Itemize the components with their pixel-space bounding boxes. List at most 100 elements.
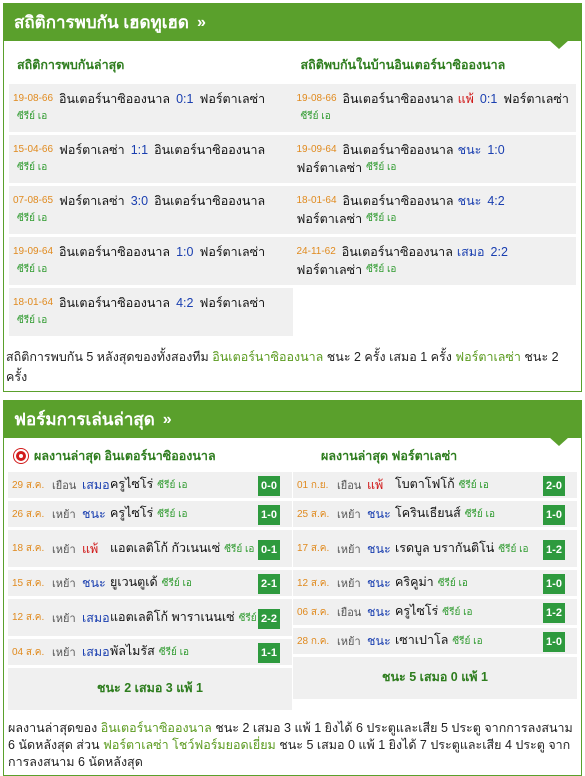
opponent-team[interactable]: คริคูม่า [395, 575, 434, 589]
home-team[interactable]: อินเตอร์นาซิอองนาล [343, 141, 454, 159]
h2h-row[interactable]: 18-01-64 อินเตอร์นาซิอองนาล 4:2 ฟอร์ตาเลซ่า… [9, 288, 293, 339]
match-date: 07-08-65 [13, 195, 54, 206]
score-badge[interactable]: 1-2 [543, 603, 565, 623]
score-badge[interactable]: 2-2 [258, 609, 280, 629]
match-result: ชนะ [82, 576, 106, 590]
opponent-team[interactable]: ครูไซโร่ [110, 477, 153, 491]
form-row[interactable]: 12 ส.ค. เหย้า ชนะ คริคูม่า ซีรีย์ เอ 1-0 [293, 570, 577, 599]
score-badge[interactable]: 1-0 [258, 505, 280, 525]
h2h-right-title: สถิติพบกันในบ้านอินเตอร์นาซิอองนาล [292, 41, 576, 84]
league-label: ซีรีย์ เอ [437, 578, 468, 589]
opponent-team[interactable]: โบตาโฟโก้ [395, 477, 455, 491]
h2h-summary-team1[interactable]: อินเตอร์นาซิอองนาล [212, 350, 323, 364]
away-team[interactable]: ฟอร์ตาเลซ่า [297, 159, 363, 177]
away-team[interactable]: อินเตอร์นาซิอองนาล [154, 141, 265, 159]
score-badge[interactable]: 2-0 [543, 476, 565, 496]
form-right-title-text: ผลงานล่าสุด ฟอร์ตาเลซ่า [321, 449, 458, 463]
h2h-home-row[interactable]: 19-09-64 อินเตอร์นาซิอองนาล ชนะ 1:0 ฟอร์ตาเล… [292, 135, 576, 186]
opponent-team[interactable]: แอตเลติโก้ กัวเนนเซ่ [110, 541, 220, 555]
form-row[interactable]: 04 ส.ค. เหย้า เสมอ พัลไมรัส ซีรีย์ เอ 1-1 [8, 639, 292, 668]
form-summary-team2[interactable]: ฟอร์ตาเลซ่า [103, 738, 169, 752]
match-result: ชนะ [367, 576, 391, 590]
league-label: ซีรีย์ เอ [458, 480, 489, 491]
match-score[interactable]: 1:1 [131, 141, 148, 159]
venue-label: เหย้า [52, 647, 76, 659]
form-row[interactable]: 26 ส.ค. เหย้า ชนะ ครูไซโร่ ซีรีย์ เอ 1-0 [8, 501, 292, 530]
form-header-title: ฟอร์มการเล่นล่าสุด [14, 410, 155, 429]
opponent-team[interactable]: ยูเวนตูเด้ [110, 575, 158, 589]
home-team[interactable]: อินเตอร์นาซิอองนาล [342, 243, 453, 261]
match-score[interactable]: 1:0 [176, 243, 193, 261]
match-score[interactable]: 4:2 [487, 192, 504, 210]
venue-label: เหย้า [337, 543, 361, 556]
score-badge[interactable]: 1-1 [258, 643, 280, 663]
chevron-right-icon[interactable]: » [197, 14, 206, 32]
home-team[interactable]: อินเตอร์นาซิอองนาล [59, 243, 170, 261]
opponent-team[interactable]: เซาเปาโล [395, 633, 448, 647]
h2h-row[interactable]: 15-04-66 ฟอร์ตาเลซ่า 1:1 อินเตอร์นาซิอองนาล… [9, 135, 293, 186]
opponent-team[interactable]: พัลไมรัส [110, 644, 155, 658]
match-date: 15 ส.ค. [12, 577, 45, 589]
form-left-title-text: ผลงานล่าสุด อินเตอร์นาซิอองนาล [34, 449, 216, 463]
home-team[interactable]: อินเตอร์นาซิอองนาล [59, 294, 170, 312]
form-row[interactable]: 12 ส.ค. เหย้า เสมอ แอตเลติโก้ พาราเนนเซ่ ซีร… [8, 599, 292, 639]
h2h-home-row[interactable]: 18-01-64 อินเตอร์นาซิอองนาล ชนะ 4:2 ฟอร์ตาเล… [292, 186, 576, 237]
score-badge[interactable]: 1-0 [543, 632, 565, 652]
form-row[interactable]: 01 ก.ย. เยือน แพ้ โบตาโฟโก้ ซีรีย์ เอ 2-0 [293, 472, 577, 501]
away-team[interactable]: ฟอร์ตาเลซ่า [199, 243, 265, 261]
form-row[interactable]: 17 ส.ค. เหย้า ชนะ เรดบูล บรากันติโน่ ซีรีย์ … [293, 530, 577, 570]
away-team[interactable]: ฟอร์ตาเลซ่า [199, 90, 265, 108]
h2h-row[interactable]: 19-08-66 อินเตอร์นาซิอองนาล 0:1 ฟอร์ตาเลซ่า… [9, 84, 293, 135]
away-team[interactable]: ฟอร์ตาเลซ่า [297, 210, 363, 228]
form-summary-team1[interactable]: อินเตอร์นาซิอองนาล [101, 721, 212, 735]
form-panel: ฟอร์มการเล่นล่าสุด » ผลงานล่าสุด อินเตอร… [3, 400, 582, 776]
away-team[interactable]: อินเตอร์นาซิอองนาล [154, 192, 265, 210]
header-notch [549, 40, 569, 49]
chevron-right-icon[interactable]: » [163, 411, 172, 429]
form-row[interactable]: 15 ส.ค. เหย้า ชนะ ยูเวนตูเด้ ซีรีย์ เอ 2-1 [8, 570, 292, 599]
match-score[interactable]: 2:2 [491, 243, 508, 261]
score-badge[interactable]: 1-0 [543, 505, 565, 525]
away-team[interactable]: ฟอร์ตาเลซ่า [297, 261, 363, 279]
match-score[interactable]: 0:1 [480, 90, 497, 108]
score-badge[interactable]: 0-1 [258, 540, 280, 560]
opponent-team[interactable]: แอตเลติโก้ พาราเนนเซ่ [110, 610, 235, 624]
away-team[interactable]: ฟอร์ตาเลซ่า [503, 90, 569, 108]
opponent-team[interactable]: เรดบูล บรากันติโน่ [395, 541, 494, 555]
opponent-team[interactable]: โครินเธียนส์ [395, 506, 461, 520]
opponent-team[interactable]: ครูไซโร่ [395, 604, 438, 618]
match-score[interactable]: 0:1 [176, 90, 193, 108]
match-result: เสมอ [82, 610, 110, 625]
h2h-summary-team2[interactable]: ฟอร์ตาเลซ่า [455, 350, 521, 364]
h2h-right-list: 19-08-66 อินเตอร์นาซิอองนาล แพ้ 0:1 ฟอร์ตาเล… [292, 84, 576, 288]
form-row[interactable]: 25 ส.ค. เหย้า ชนะ โครินเธียนส์ ซีรีย์ เอ 1-0 [293, 501, 577, 530]
form-row[interactable]: 06 ส.ค. เยือน ชนะ ครูไซโร่ ซีรีย์ เอ 1-2 [293, 599, 577, 628]
form-row[interactable]: 29 ส.ค. เยือน เสมอ ครูไซโร่ ซีรีย์ เอ 0-0 [8, 472, 292, 501]
home-team[interactable]: อินเตอร์นาซิอองนาล [59, 90, 170, 108]
h2h-row[interactable]: 19-09-64 อินเตอร์นาซิอองนาล 1:0 ฟอร์ตาเลซ่า… [9, 237, 293, 288]
home-team[interactable]: ฟอร์ตาเลซ่า [59, 141, 125, 159]
score-badge[interactable]: 2-1 [258, 574, 280, 594]
home-team[interactable]: อินเตอร์นาซิอองนาล [343, 192, 454, 210]
venue-label: เหย้า [337, 578, 361, 590]
match-score[interactable]: 3:0 [131, 192, 148, 210]
home-team[interactable]: ฟอร์ตาเลซ่า [59, 192, 125, 210]
match-date: 04 ส.ค. [12, 646, 45, 658]
match-result: ชนะ [457, 194, 482, 208]
score-badge[interactable]: 1-0 [543, 574, 565, 594]
away-team[interactable]: ฟอร์ตาเลซ่า [199, 294, 265, 312]
match-score[interactable]: 4:2 [176, 294, 193, 312]
match-score[interactable]: 1:0 [487, 141, 504, 159]
home-team[interactable]: อินเตอร์นาซิอองนาล [343, 90, 454, 108]
form-row[interactable]: 28 ก.ค. เหย้า ชนะ เซาเปาโล ซีรีย์ เอ 1-0 [293, 628, 577, 657]
form-row[interactable]: 18 ส.ค. เหย้า แพ้ แอตเลติโก้ กัวเนนเซ่ ซีรีย… [8, 530, 292, 570]
league-label: ซีรีย์ เอ [224, 543, 255, 555]
score-badge[interactable]: 1-2 [543, 540, 565, 560]
h2h-left-list: 19-08-66 อินเตอร์นาซิอองนาล 0:1 ฟอร์ตาเลซ่า… [9, 84, 293, 339]
h2h-home-row[interactable]: 19-08-66 อินเตอร์นาซิอองนาล แพ้ 0:1 ฟอร์ตาเล… [292, 84, 576, 135]
opponent-team[interactable]: ครูไซโร่ [110, 506, 153, 520]
h2h-home-row[interactable]: 24-11-62 อินเตอร์นาซิอองนาล เสมอ 2:2 ฟอร์ตาเ… [292, 237, 576, 288]
h2h-row[interactable]: 07-08-65 ฟอร์ตาเลซ่า 3:0 อินเตอร์นาซิอองนาล… [9, 186, 293, 237]
score-badge[interactable]: 0-0 [258, 476, 280, 496]
match-date: 12 ส.ค. [12, 612, 45, 623]
